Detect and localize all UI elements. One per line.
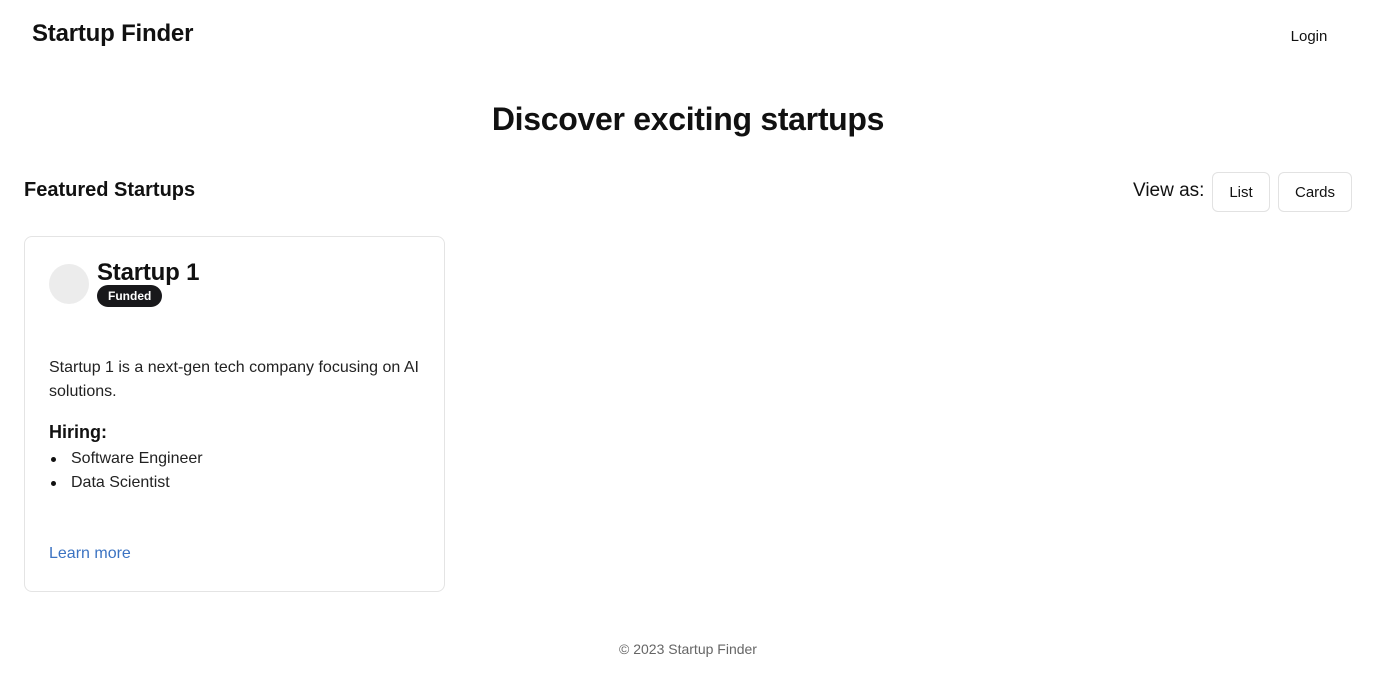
jobs-list: Software Engineer Data Scientist bbox=[49, 447, 203, 495]
section-title: Featured Startups bbox=[24, 179, 196, 201]
job-item: Software Engineer bbox=[49, 447, 203, 471]
footer-copyright: © 2023 Startup Finder bbox=[619, 641, 757, 657]
view-as-label: View as: bbox=[1133, 180, 1205, 201]
view-cards-button[interactable]: Cards bbox=[1278, 172, 1352, 212]
hiring-title: Hiring: bbox=[49, 422, 107, 442]
view-list-button[interactable]: List bbox=[1212, 172, 1270, 212]
brand-logo[interactable]: Startup Finder bbox=[32, 20, 193, 48]
login-button[interactable]: Login bbox=[1276, 22, 1342, 50]
header: Startup Finder Login bbox=[0, 0, 1376, 72]
hero-title: Discover exciting startups bbox=[491, 101, 885, 137]
learn-more-link[interactable]: Learn more bbox=[49, 545, 131, 563]
startup-description: Startup 1 is a next-gen tech company foc… bbox=[49, 359, 419, 400]
funded-badge: Funded bbox=[97, 285, 163, 307]
startup-name: Startup 1 bbox=[97, 259, 200, 286]
job-item: Data Scientist bbox=[49, 471, 203, 495]
startup-avatar bbox=[49, 264, 89, 304]
startup-card: Startup 1 Funded Startup 1 is a next-gen… bbox=[24, 236, 445, 592]
